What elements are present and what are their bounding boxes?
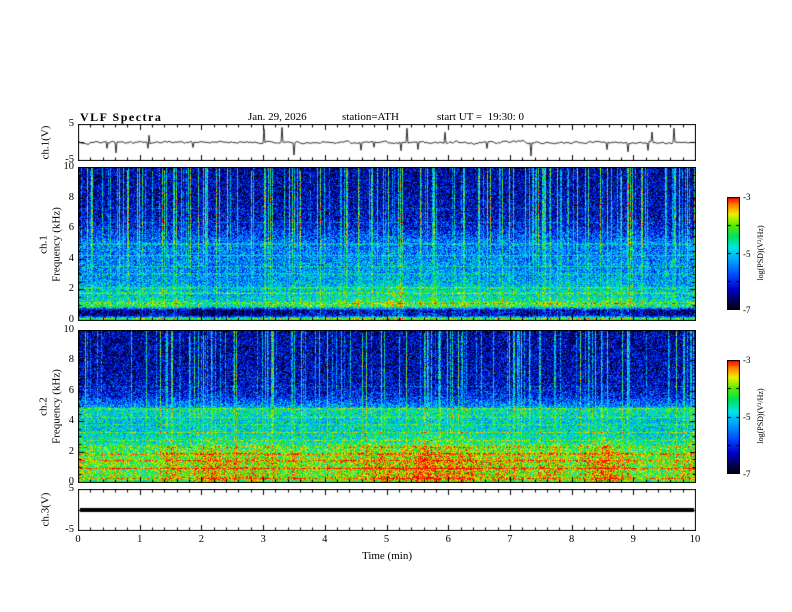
x-tick-label: 8 (568, 534, 575, 545)
x-tick-label: 7 (507, 534, 513, 545)
figure-date: Jan. 29, 2026 (248, 111, 307, 123)
x-tick-label: 6 (445, 534, 451, 545)
ch3-voltage-panel (78, 489, 696, 531)
ch1-spectrogram-panel (78, 167, 696, 321)
x-tick-label: 3 (260, 534, 266, 545)
ch1-voltage-waveform-canvas (78, 124, 696, 161)
y-tick-label: 10 (63, 324, 75, 335)
ch2-spectrogram-canvas (78, 330, 696, 483)
colorbar-tick-label: -7 (743, 469, 751, 479)
y-tick-label: 6 (68, 384, 74, 396)
figure-start-ut: start UT = 19:30: 0 (437, 111, 524, 123)
ch1-colorbar-canvas (727, 197, 740, 310)
x-tick-label: 5 (383, 534, 390, 545)
y-tick-label: 2 (68, 445, 74, 457)
ch2-colorbar (727, 360, 740, 474)
ch1-voltage-panel (78, 124, 696, 161)
colorbar-tick-label: -5 (743, 412, 751, 422)
x-tick-label: 4 (322, 534, 328, 545)
y-tick-label: 5 (68, 118, 74, 129)
y-tick-label: 4 (68, 415, 74, 427)
ch3-voltage-waveform-canvas (78, 489, 696, 531)
y-tick-label: 6 (68, 222, 74, 234)
y-tick-label: 5 (68, 483, 74, 494)
ch1-spectrogram-canvas (78, 167, 696, 321)
x-tick-label: 0 (75, 534, 81, 545)
x-tick-label: 2 (198, 534, 205, 545)
x-tick-label: 9 (630, 534, 636, 545)
colorbar-tick-label: -5 (743, 248, 751, 259)
vlf-spectra-figure: VLF Spectra Jan. 29, 2026 station=ATH st… (0, 0, 792, 612)
ch1-colorbar (727, 197, 740, 310)
x-tick-label: 1 (137, 534, 143, 545)
y-tick-label: 8 (68, 191, 74, 203)
ch2-spectrogram-panel (78, 330, 696, 483)
colorbar-tick-label: -3 (743, 192, 751, 202)
figure-station: station=ATH (342, 111, 399, 123)
ch1-spectrogram-ylabel-channel: ch.1 (37, 235, 50, 254)
figure-title: VLF Spectra (80, 110, 163, 124)
colorbar-tick-label: -3 (743, 355, 751, 365)
ch2-colorbar-canvas (727, 360, 740, 474)
y-tick-label: 4 (68, 252, 74, 264)
x-axis-title: Time (min) (361, 550, 412, 562)
y-tick-label: 2 (68, 283, 74, 295)
x-tick-label: 10 (689, 534, 701, 545)
colorbar-tick-label: -7 (743, 305, 751, 315)
y-tick-label: 10 (63, 161, 75, 172)
ch2-spectrogram-ylabel-channel: ch.2 (37, 397, 50, 416)
y-tick-label: -5 (65, 524, 74, 535)
y-tick-label: 8 (68, 354, 74, 366)
